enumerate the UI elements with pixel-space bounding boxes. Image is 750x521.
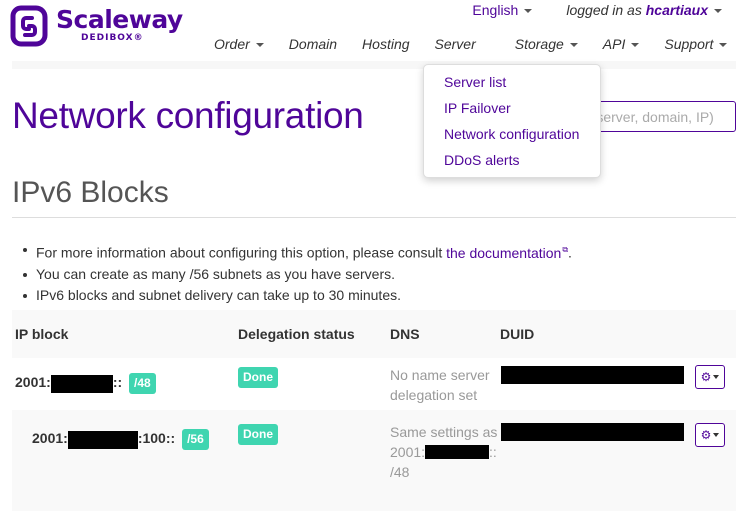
nav-storage[interactable]: Storage — [515, 36, 578, 52]
header-delegation-status: Delegation status — [238, 326, 355, 342]
header-ip-block: IP block — [15, 326, 69, 342]
redacted-block — [50, 374, 113, 393]
info-item: IPv6 blocks and subnet delivery can take… — [22, 285, 572, 306]
menu-item-ddos-alerts[interactable]: DDoS alerts — [424, 151, 600, 177]
delegation-status-cell: Done — [238, 358, 390, 410]
scaleway-dedibox-logo[interactable]: Scaleway DEDIBOX® — [10, 5, 183, 47]
status-badge: Done — [238, 424, 278, 445]
chevron-down-icon — [255, 43, 264, 48]
ip-prefix: 2001: — [15, 374, 51, 391]
brand-name: Scaleway — [56, 5, 183, 34]
language-selector[interactable]: English — [472, 2, 533, 18]
table-row: 2001: :100:: /56 Done Same settings as 20… — [12, 410, 736, 511]
chevron-down-icon — [713, 433, 720, 437]
row-actions-button[interactable]: ⚙ — [695, 423, 725, 447]
nav-domain[interactable]: Domain — [289, 36, 337, 52]
section-divider — [12, 217, 736, 218]
info-text-suffix: . — [568, 244, 572, 261]
documentation-link-label: the documentation — [446, 244, 562, 261]
gear-icon: ⚙ — [700, 370, 712, 384]
ipv6-blocks-table: IP block Delegation status DNS DUID 2001… — [12, 310, 736, 511]
ip-block-cell: 2001: :100:: /56 — [12, 410, 238, 511]
top-bar: English logged in as hcartiaux — [472, 2, 722, 18]
nav-server-label: Server — [434, 36, 476, 52]
nav-support-label: Support — [664, 36, 714, 52]
dns-cell: Same settings as 2001::: /48 — [390, 410, 500, 511]
menu-item-server-list[interactable]: Server list — [424, 73, 600, 99]
chevron-down-icon — [631, 43, 640, 48]
info-item: You can create as many /56 subnets as yo… — [22, 264, 572, 285]
redacted-duid — [501, 366, 684, 384]
row-actions-button[interactable]: ⚙ — [695, 365, 725, 389]
nav-hosting[interactable]: Hosting — [362, 36, 409, 52]
chevron-down-icon — [714, 9, 722, 14]
nav-divider-band — [12, 61, 736, 69]
nav-api[interactable]: API — [603, 36, 640, 52]
status-badge: Done — [238, 367, 278, 388]
nav-api-label: API — [602, 36, 626, 52]
main-nav: Order Domain Hosting Server Storage API … — [214, 36, 728, 52]
ip-block-cell: 2001::: /48 — [12, 358, 238, 410]
dns-cell: No name server delegation set — [390, 367, 490, 403]
table-header: IP block Delegation status DNS DUID — [12, 310, 736, 358]
user-menu[interactable]: logged in as hcartiaux — [566, 2, 722, 18]
section-title: IPv6 Blocks — [12, 176, 169, 209]
chevron-down-icon — [713, 375, 720, 379]
page-title: Network configuration — [12, 95, 364, 136]
redacted-block — [425, 445, 490, 459]
header-duid: DUID — [500, 326, 535, 342]
dns-same-settings-text: Same settings as — [390, 424, 498, 440]
menu-item-network-configuration[interactable]: Network configuration — [424, 125, 600, 151]
ip-suffix: :: — [112, 374, 123, 391]
chevron-down-icon — [569, 43, 578, 48]
info-item: For more information about configuring t… — [22, 239, 572, 264]
brand-subtitle: DEDIBOX® — [81, 33, 144, 43]
redacted-block — [67, 430, 138, 449]
scaleway-logo-icon — [10, 5, 48, 47]
nav-domain-label: Domain — [288, 36, 338, 52]
prefix-length-tag: /56 — [182, 429, 209, 450]
server-dropdown-menu: Server list IP Failover Network configur… — [423, 64, 601, 178]
nav-support[interactable]: Support — [664, 36, 728, 52]
prefix-length-tag: /48 — [129, 373, 156, 394]
delegation-status-cell: Done — [238, 410, 390, 511]
nav-order-label: Order — [214, 36, 250, 52]
redacted-duid — [501, 423, 684, 441]
logged-in-label: logged in as — [566, 2, 646, 18]
nav-storage-label: Storage — [514, 36, 564, 52]
chevron-down-icon — [719, 43, 728, 48]
nav-order[interactable]: Order — [214, 36, 264, 52]
ip-prefix: 2001: — [32, 430, 68, 447]
header-dns: DNS — [390, 326, 420, 342]
username: hcartiaux — [645, 2, 708, 18]
nav-hosting-label: Hosting — [362, 36, 410, 52]
nav-server[interactable]: Server — [435, 36, 476, 52]
dns-ip-length: /48 — [390, 464, 410, 480]
info-text: For more information about configuring t… — [36, 244, 447, 261]
menu-item-ip-failover[interactable]: IP Failover — [424, 99, 600, 125]
ip-suffix: :100:: — [137, 430, 176, 447]
info-list: For more information about configuring t… — [22, 239, 572, 306]
dns-ip-suffix: :: — [489, 444, 497, 460]
dns-ip-prefix: 2001: — [390, 444, 426, 460]
language-label: English — [472, 2, 519, 18]
documentation-link[interactable]: the documentation⧉ — [446, 245, 568, 261]
table-row: 2001::: /48 Done No name server delegati… — [12, 358, 736, 410]
gear-icon: ⚙ — [700, 428, 712, 442]
chevron-down-icon — [524, 9, 533, 14]
